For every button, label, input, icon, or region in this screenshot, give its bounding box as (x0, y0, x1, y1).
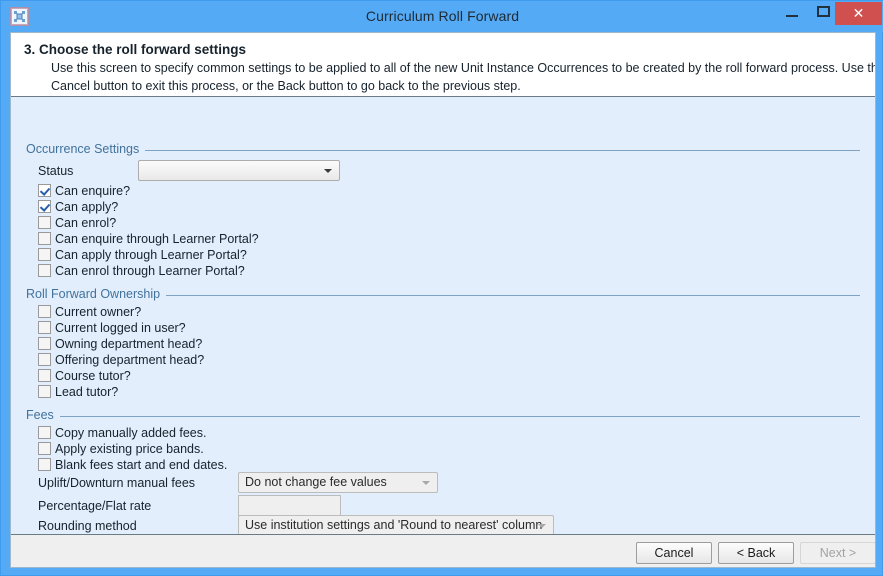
rounding-method-dropdown-value: Use institution settings and 'Round to n… (245, 516, 542, 535)
page-description-line-2: Cancel button to exit this process, or t… (51, 79, 521, 93)
group-occurrence-settings: Occurrence Settings (26, 142, 860, 158)
uplift-downturn-dropdown-value: Do not change fee values (245, 473, 387, 492)
checkbox-owning-department-head[interactable] (38, 337, 51, 350)
checkbox-can-apply-label: Can apply? (55, 199, 118, 215)
checkbox-lead-tutor-label: Lead tutor? (55, 384, 118, 400)
title-bar: Curriculum Roll Forward ✕ (1, 1, 883, 32)
checkbox-can-enrol-label: Can enrol? (55, 215, 116, 231)
status-label: Status (38, 164, 73, 178)
chevron-down-icon (538, 524, 546, 528)
page-title: 3. Choose the roll forward settings (24, 42, 246, 57)
checkbox-can-apply[interactable] (38, 200, 51, 213)
checkbox-copy-manually-added-fees[interactable] (38, 426, 51, 439)
back-button[interactable]: < Back (718, 542, 794, 564)
checkbox-can-apply-portal[interactable] (38, 248, 51, 261)
group-rule (26, 416, 860, 417)
checkbox-can-enrol-portal-label: Can enrol through Learner Portal? (55, 263, 245, 279)
checkbox-course-tutor[interactable] (38, 369, 51, 382)
checkbox-owning-department-head-label: Owning department head? (55, 336, 202, 352)
checkbox-current-owner[interactable] (38, 305, 51, 318)
checkbox-apply-existing-price-bands-label: Apply existing price bands. (55, 441, 204, 457)
dialog-client-area: 3. Choose the roll forward settings Use … (10, 32, 876, 568)
checkbox-can-enquire-label: Can enquire? (55, 183, 130, 199)
checkbox-current-logged-in-user[interactable] (38, 321, 51, 334)
close-button[interactable]: ✕ (835, 2, 882, 25)
cancel-button[interactable]: Cancel (636, 542, 712, 564)
checkbox-can-enquire-portal-label: Can enquire through Learner Portal? (55, 231, 259, 247)
dialog-footer: Cancel < Back Next > (11, 534, 875, 567)
group-roll-forward-ownership-label: Roll Forward Ownership (26, 287, 166, 301)
minimize-icon (786, 15, 798, 17)
uplift-downturn-label: Uplift/Downturn manual fees (38, 476, 195, 490)
checkbox-current-owner-label: Current owner? (55, 304, 141, 320)
window-title: Curriculum Roll Forward (1, 1, 883, 32)
checkbox-apply-existing-price-bands[interactable] (38, 442, 51, 455)
checkbox-current-logged-in-user-label: Current logged in user? (55, 320, 186, 336)
checkbox-course-tutor-label: Course tutor? (55, 368, 131, 384)
uplift-downturn-dropdown[interactable]: Do not change fee values (238, 472, 438, 493)
checkbox-blank-fees-dates[interactable] (38, 458, 51, 471)
dialog-window: Curriculum Roll Forward ✕ 3. Choose the … (0, 0, 883, 576)
wizard-header: 3. Choose the roll forward settings Use … (11, 33, 875, 97)
checkbox-lead-tutor[interactable] (38, 385, 51, 398)
chevron-down-icon (324, 169, 332, 173)
group-occurrence-settings-label: Occurrence Settings (26, 142, 145, 156)
checkbox-offering-department-head[interactable] (38, 353, 51, 366)
percentage-flat-rate-input[interactable] (238, 495, 341, 516)
percentage-flat-rate-label: Percentage/Flat rate (38, 499, 151, 513)
chevron-down-icon (422, 481, 430, 485)
group-fees: Fees (26, 408, 860, 424)
checkbox-can-enrol[interactable] (38, 216, 51, 229)
checkbox-can-enquire-portal[interactable] (38, 232, 51, 245)
checkbox-can-apply-portal-label: Can apply through Learner Portal? (55, 247, 247, 263)
maximize-icon (817, 6, 830, 17)
minimize-button[interactable] (776, 1, 808, 22)
status-dropdown[interactable] (138, 160, 340, 181)
group-rule (26, 150, 860, 151)
checkbox-can-enquire[interactable] (38, 184, 51, 197)
checkbox-can-enrol-portal[interactable] (38, 264, 51, 277)
group-roll-forward-ownership: Roll Forward Ownership (26, 287, 860, 303)
checkbox-offering-department-head-label: Offering department head? (55, 352, 204, 368)
rounding-method-dropdown[interactable]: Use institution settings and 'Round to n… (238, 515, 554, 536)
close-icon: ✕ (835, 2, 882, 25)
rounding-method-label: Rounding method (38, 519, 137, 533)
checkbox-copy-manually-added-fees-label: Copy manually added fees. (55, 425, 206, 441)
page-description-line-1: Use this screen to specify common settin… (51, 61, 876, 75)
next-button: Next > (800, 542, 876, 564)
checkbox-blank-fees-dates-label: Blank fees start and end dates. (55, 457, 227, 473)
group-fees-label: Fees (26, 408, 60, 422)
settings-body: Occurrence Settings Status Can enquire? … (11, 98, 875, 534)
